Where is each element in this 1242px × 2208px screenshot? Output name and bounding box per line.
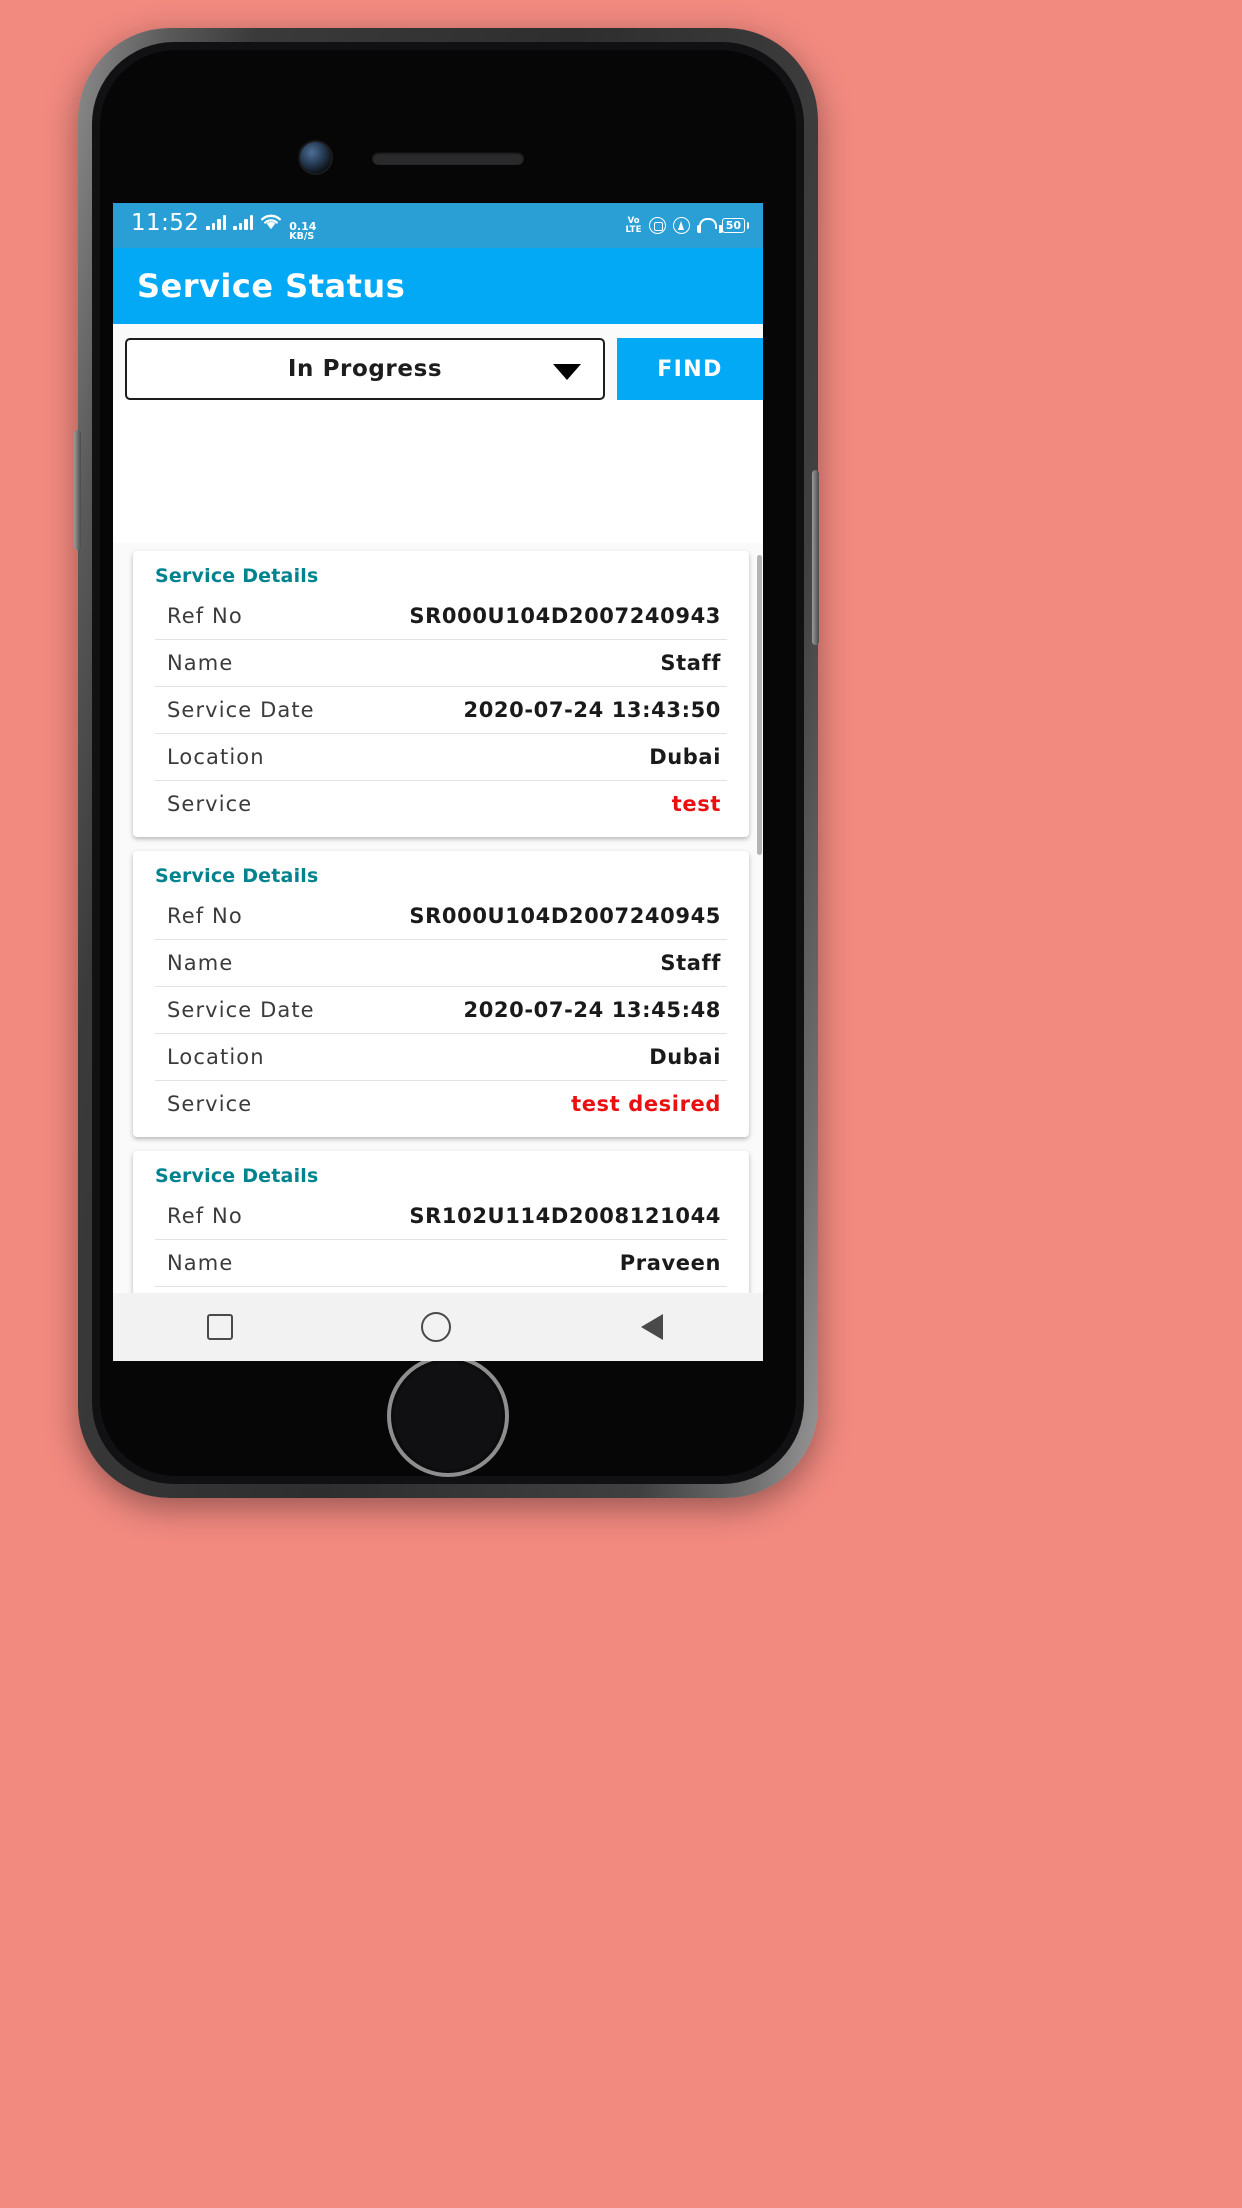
android-nav-bar	[113, 1293, 763, 1361]
headset-icon	[696, 218, 723, 233]
row-value-ref-no: SR102U114D2008121044	[409, 1204, 721, 1228]
service-card[interactable]: Service Details Ref No SR000U104D2007240…	[133, 551, 749, 837]
front-camera	[300, 142, 331, 173]
row-service: Service test desired	[155, 1081, 727, 1127]
volume-button[interactable]	[74, 430, 81, 550]
row-label-name: Name	[167, 651, 234, 675]
row-name: Name Staff	[155, 640, 727, 687]
row-ref-no: Ref No SR000U104D2007240945	[155, 893, 727, 940]
signal-bars-sim2-icon	[233, 213, 254, 230]
row-value-name: Staff	[660, 951, 721, 975]
row-label-service-date: Service Date	[167, 698, 315, 722]
row-label-ref-no: Ref No	[167, 1204, 243, 1228]
back-triangle-icon[interactable]	[639, 1312, 669, 1342]
filter-controls: In Progress FIND	[113, 324, 763, 400]
row-location: Location Dubai	[155, 734, 727, 781]
chevron-down-icon	[553, 364, 581, 380]
status-bar-left: 11:52 0.14 KB/S	[131, 210, 316, 242]
service-list[interactable]: Service Details Ref No SR000U104D2007240…	[113, 543, 763, 1293]
status-bar-clock: 11:52	[131, 209, 200, 236]
phone-screen: 11:52 0.14 KB/S Vo LTE 50 Service Status…	[113, 203, 763, 1361]
power-button[interactable]	[812, 470, 819, 645]
find-button[interactable]: FIND	[617, 338, 763, 400]
service-card[interactable]: Service Details Ref No SR000U104D2007240…	[133, 851, 749, 1137]
status-filter-selected-label: In Progress	[287, 356, 443, 382]
signal-bars-sim1-icon	[206, 213, 227, 230]
row-service-date: Service Date 2020-07-24 13:45:48	[155, 987, 727, 1034]
volte-bottom-text: LTE	[625, 224, 642, 235]
row-service: Service test	[155, 781, 727, 827]
battery-tip	[746, 222, 749, 229]
recents-square-icon[interactable]	[207, 1314, 233, 1340]
row-value-service-date: 2020-07-24 13:45:48	[463, 998, 721, 1022]
app-bar: Service Status	[113, 248, 763, 324]
location-icon	[672, 217, 690, 234]
page-title: Service Status	[137, 267, 406, 305]
network-speed-unit: KB/S	[289, 230, 315, 242]
screenshot-stage: 11:52 0.14 KB/S Vo LTE 50 Service Status…	[0, 0, 1242, 2208]
row-service-date: Service Date 2020-07-24 13:43:50	[155, 687, 727, 734]
row-label-service: Service	[167, 792, 253, 816]
list-scrollbar[interactable]	[757, 555, 762, 855]
row-value-name: Praveen	[619, 1251, 721, 1275]
card-title: Service Details	[155, 865, 319, 887]
row-value-name: Staff	[660, 651, 721, 675]
row-label-service: Service	[167, 1092, 253, 1116]
status-bar-right: Vo LTE 50	[625, 217, 749, 234]
service-card[interactable]: Service Details Ref No SR102U114D2008121…	[133, 1151, 749, 1293]
row-label-ref-no: Ref No	[167, 904, 243, 928]
row-value-service-date: 2020-07-24 13:43:50	[463, 698, 721, 722]
card-title: Service Details	[155, 1165, 319, 1187]
do-not-disturb-icon	[648, 217, 666, 234]
row-name: Name Praveen	[155, 1240, 727, 1287]
row-value-ref-no: SR000U104D2007240943	[409, 604, 721, 628]
battery-level-text: 50	[721, 218, 745, 233]
battery-icon: 50	[721, 218, 749, 233]
row-label-name: Name	[167, 951, 234, 975]
network-speed-indicator: 0.14 KB/S	[289, 221, 316, 242]
volte-icon: Vo LTE	[625, 217, 641, 234]
wifi-icon	[260, 213, 282, 230]
row-value-ref-no: SR000U104D2007240945	[409, 904, 721, 928]
row-value-location: Dubai	[649, 1045, 721, 1069]
row-label-service-date: Service Date	[167, 998, 315, 1022]
row-label-ref-no: Ref No	[167, 604, 243, 628]
row-value-service: test desired	[571, 1092, 721, 1116]
row-location: Location Dubai	[155, 1034, 727, 1081]
card-title: Service Details	[155, 565, 319, 587]
row-label-location: Location	[167, 745, 265, 769]
row-ref-no: Ref No SR000U104D2007240943	[155, 593, 727, 640]
row-ref-no: Ref No SR102U114D2008121044	[155, 1193, 727, 1240]
row-label-name: Name	[167, 1251, 234, 1275]
row-name: Name Staff	[155, 940, 727, 987]
home-circle-icon[interactable]	[421, 1312, 451, 1342]
earpiece-speaker	[372, 152, 524, 165]
row-value-service: test	[671, 792, 721, 816]
row-label-location: Location	[167, 1045, 265, 1069]
status-bar: 11:52 0.14 KB/S Vo LTE 50	[113, 203, 763, 248]
status-filter-dropdown[interactable]: In Progress	[125, 338, 605, 400]
home-button[interactable]	[387, 1355, 509, 1477]
row-value-location: Dubai	[649, 745, 721, 769]
